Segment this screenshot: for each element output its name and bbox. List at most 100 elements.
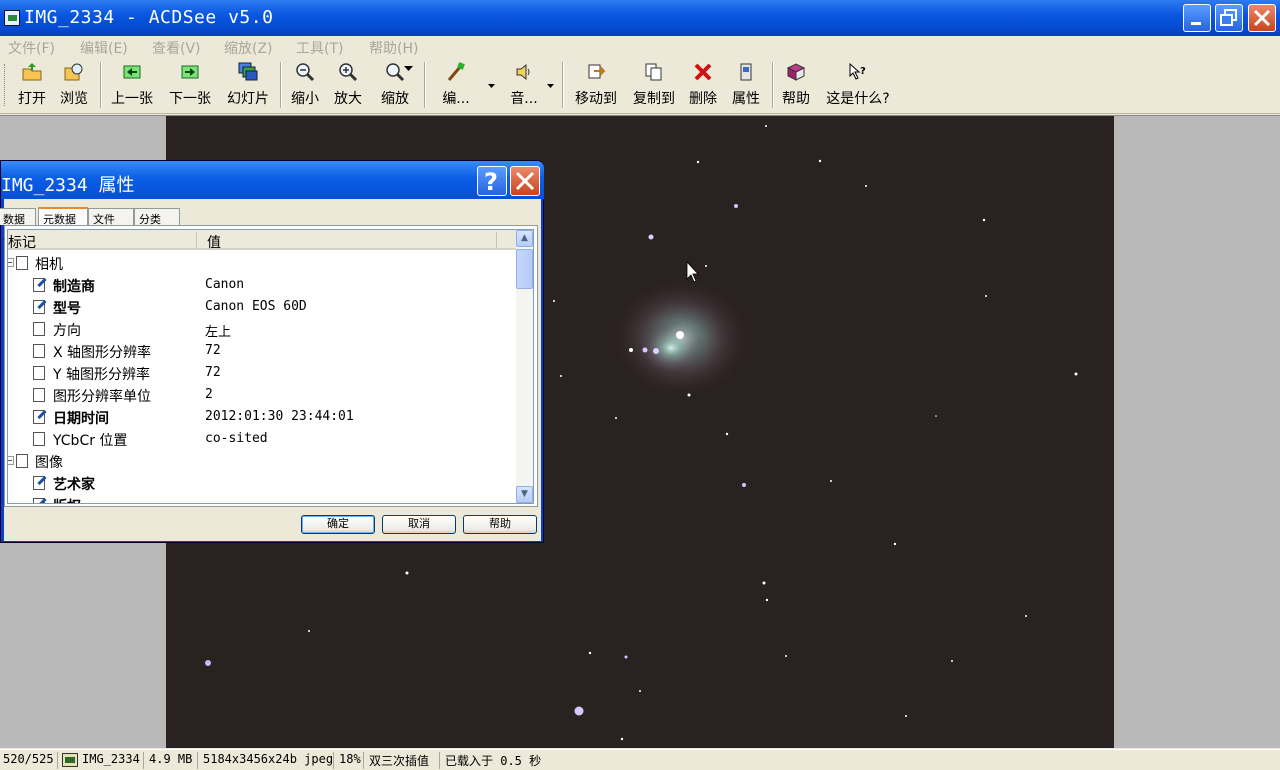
- tree-row[interactable]: YCbCr 位置 co-sited: [8, 428, 516, 450]
- move-to-button[interactable]: 移动到: [570, 62, 622, 110]
- tree-label: YCbCr 位置: [53, 433, 128, 449]
- copy-to-button[interactable]: 复制到: [628, 62, 680, 110]
- help-dialog-button[interactable]: 帮助: [463, 515, 537, 534]
- tree-group-image[interactable]: − 图像: [8, 450, 516, 472]
- tree-row[interactable]: X 轴图形分辨率 72: [8, 340, 516, 362]
- next-button[interactable]: 下一张: [166, 62, 214, 110]
- tree-row[interactable]: 艺术家: [8, 472, 516, 494]
- zoom-out-button[interactable]: 缩小: [287, 62, 323, 110]
- metadata-tree[interactable]: 标记 值 − 相机 制造商 Canon: [7, 229, 534, 504]
- tree-label: 方向: [53, 323, 81, 339]
- title-bar: IMG_2334 - ACDSee v5.0: [0, 0, 1280, 36]
- close-icon: [515, 171, 535, 191]
- whats-this-button[interactable]: ? 这是什么?: [820, 62, 896, 110]
- tree-value: 2012:01:30 23:44:01: [205, 409, 354, 424]
- collapse-toggle-icon[interactable]: −: [8, 456, 14, 465]
- status-dimensions: 5184x3456x24b jpeg: [200, 752, 334, 769]
- delete-label: 删除: [689, 91, 717, 107]
- svg-text:?: ?: [484, 168, 498, 195]
- tree-row[interactable]: 版权: [8, 494, 516, 503]
- tree-row[interactable]: 日期时间 2012:01:30 23:44:01: [8, 406, 516, 428]
- slideshow-label: 幻灯片: [227, 91, 269, 107]
- column-header-tag[interactable]: 标记: [8, 232, 36, 252]
- prev-button[interactable]: 上一张: [108, 62, 156, 110]
- status-zoom: 18%: [336, 752, 364, 769]
- edit-button[interactable]: 编...: [434, 62, 478, 110]
- audio-button[interactable]: 音...: [504, 62, 544, 110]
- open-button[interactable]: 打开: [12, 62, 52, 110]
- slideshow-button[interactable]: 幻灯片: [223, 62, 273, 110]
- dialog-help-button[interactable]: ?: [477, 166, 507, 196]
- browse-icon: [64, 63, 83, 81]
- menu-zoom[interactable]: 缩放(Z): [224, 38, 273, 58]
- minimize-button[interactable]: [1183, 4, 1211, 32]
- tree-value: 72: [205, 365, 221, 380]
- tree-label: 图像: [35, 455, 63, 471]
- menu-tools[interactable]: 工具(T): [296, 38, 343, 58]
- scroll-up-arrow-icon[interactable]: ▲: [516, 230, 533, 247]
- properties-icon: [740, 63, 752, 81]
- tab-metadata[interactable]: 元数据: [38, 207, 88, 226]
- zoom-in-button[interactable]: 放大: [330, 62, 366, 110]
- help-book-icon: [786, 63, 806, 81]
- dialog-title-bar[interactable]: IMG_2334 属性 ?: [1, 161, 544, 199]
- zoom-in-icon: [339, 63, 358, 82]
- toolbar-separator: [772, 62, 774, 108]
- tree-row[interactable]: 方向 左上: [8, 318, 516, 340]
- zoom-label: 缩放: [381, 91, 409, 107]
- scroll-thumb[interactable]: [516, 249, 533, 289]
- edit-dropdown-arrow-icon[interactable]: [488, 84, 495, 89]
- help-button[interactable]: 帮助: [778, 62, 814, 110]
- tree-row[interactable]: 型号 Canon EOS 60D: [8, 296, 516, 318]
- edit-wand-icon: [447, 62, 465, 81]
- minimize-icon: [1191, 22, 1201, 25]
- tab-category[interactable]: 分类: [134, 208, 180, 226]
- collapse-toggle-icon[interactable]: −: [8, 258, 14, 267]
- menu-help[interactable]: 帮助(H): [369, 38, 418, 58]
- tab-file[interactable]: 文件: [88, 208, 134, 226]
- toolbar-grip[interactable]: [4, 64, 7, 106]
- column-header-value[interactable]: 值: [207, 232, 221, 252]
- ok-button[interactable]: 确定: [301, 515, 375, 534]
- tree-row[interactable]: 制造商 Canon: [8, 274, 516, 296]
- slideshow-icon: [238, 62, 258, 81]
- properties-button[interactable]: 属性: [728, 62, 764, 110]
- toolbar-separator: [424, 62, 426, 108]
- menu-edit[interactable]: 编辑(E): [80, 38, 128, 58]
- scroll-down-arrow-icon[interactable]: ▼: [516, 486, 533, 503]
- tree-label: X 轴图形分辨率: [53, 345, 152, 361]
- next-label: 下一张: [169, 91, 211, 107]
- whats-this-label: 这是什么?: [826, 91, 890, 107]
- toolbar-separator: [280, 62, 282, 108]
- tree-row[interactable]: Y 轴图形分辨率 72: [8, 362, 516, 384]
- browse-button[interactable]: 浏览: [54, 62, 94, 110]
- restore-button[interactable]: [1215, 4, 1243, 32]
- dialog-close-button[interactable]: [510, 166, 540, 196]
- zoom-icon: [386, 63, 405, 82]
- vertical-scrollbar[interactable]: ▲ ▼: [516, 230, 533, 503]
- delete-x-icon: [694, 63, 712, 81]
- audio-dropdown-arrow-icon[interactable]: [547, 84, 554, 89]
- tree-label: 制造商: [53, 279, 95, 295]
- open-folder-icon: [22, 63, 42, 81]
- app-icon[interactable]: [4, 10, 20, 26]
- tree-row[interactable]: 图形分辨率单位 2: [8, 384, 516, 406]
- jpeg-file-icon: [62, 753, 78, 767]
- tree-group-camera[interactable]: − 相机: [8, 252, 516, 274]
- toolbar-separator: [562, 62, 564, 108]
- cancel-button[interactable]: 取消: [382, 515, 456, 534]
- toolbar-separator: [100, 62, 102, 108]
- copy-to-label: 复制到: [633, 91, 675, 107]
- move-to-label: 移动到: [575, 91, 617, 107]
- close-button[interactable]: [1248, 4, 1276, 32]
- zoom-dropdown-arrow-icon[interactable]: [404, 66, 413, 72]
- metadata-panel: 标记 值 − 相机 制造商 Canon: [4, 225, 538, 507]
- menu-file[interactable]: 文件(F): [8, 38, 55, 58]
- edit-document-icon: [33, 300, 45, 314]
- delete-button[interactable]: 删除: [686, 62, 720, 110]
- menu-view[interactable]: 查看(V): [152, 38, 201, 58]
- tree-value: Canon: [205, 277, 245, 292]
- dialog-body: 数据库 元数据 文件 分类 标记 值 − 相机: [0, 199, 541, 541]
- status-bar: 520/525 IMG_2334 4.9 MB 5184x3456x24b jp…: [0, 749, 1280, 770]
- tab-database[interactable]: 数据库: [0, 208, 36, 242]
